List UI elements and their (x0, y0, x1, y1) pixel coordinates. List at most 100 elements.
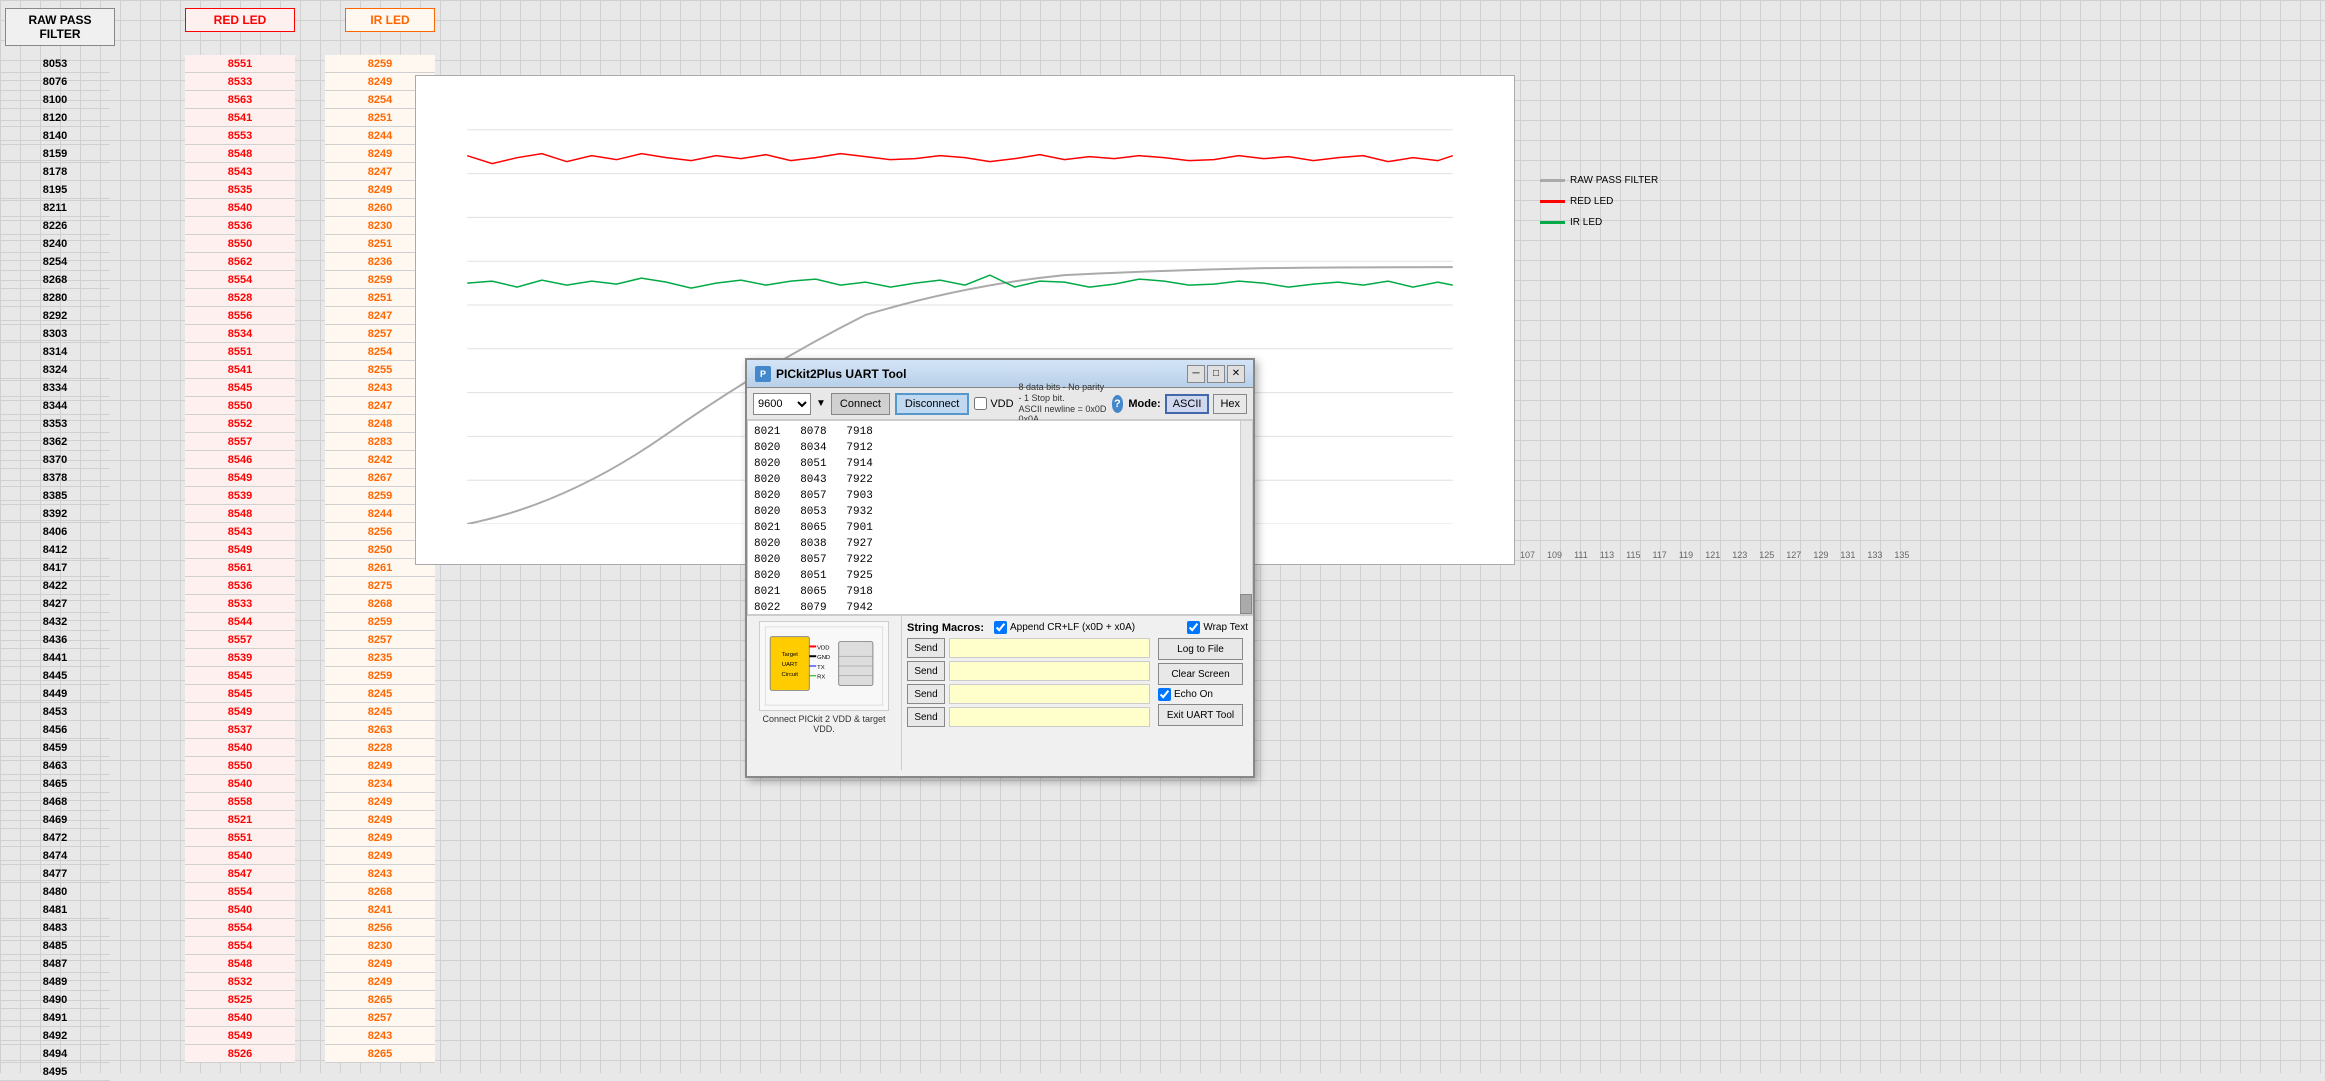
uart-window-controls[interactable]: ─ □ ✕ (1187, 365, 1245, 383)
ir-data-cell: 8257 (325, 1009, 435, 1027)
red-data-cell: 8540 (185, 1009, 295, 1027)
red-data-cell: 8550 (185, 757, 295, 775)
macro-input-3[interactable] (949, 684, 1150, 704)
wrap-text-checkbox[interactable] (1187, 621, 1200, 634)
ir-data-cell: 8245 (325, 703, 435, 721)
red-data-cell: 8540 (185, 775, 295, 793)
legend-ir-label: IR LED (1570, 217, 1602, 228)
uart-maximize-button[interactable]: □ (1207, 365, 1225, 383)
raw-data-cell: 8480 (0, 883, 110, 901)
send-rows: Send Send Send Send (907, 638, 1150, 730)
raw-data-cell: 8456 (0, 721, 110, 739)
ir-data-cell: 8265 (325, 1045, 435, 1063)
red-data-cell: 8549 (185, 541, 295, 559)
uart-data-row: 8021 8065 7901 (754, 520, 1246, 536)
send-button-2[interactable]: Send (907, 661, 945, 681)
raw-data-cell: 8159 (0, 145, 110, 163)
macro-input-4[interactable] (949, 707, 1150, 727)
echo-on-group[interactable]: Echo On (1158, 688, 1248, 701)
red-data-cell: 8546 (185, 451, 295, 469)
chart-legend: RAW PASS FILTER RED LED IR LED (1540, 175, 1658, 228)
red-data-cell: 8551 (185, 55, 295, 73)
red-data-cell: 8525 (185, 991, 295, 1009)
red-data-cell: 8528 (185, 289, 295, 307)
baud-rate-select[interactable]: 9600 19200 115200 (753, 393, 811, 415)
append-crlf-checkbox[interactable] (994, 621, 1007, 634)
ir-data-cell: 8234 (325, 775, 435, 793)
ascii-mode-button[interactable]: ASCII (1165, 394, 1210, 414)
raw-data-cell: 8314 (0, 343, 110, 361)
red-data-column: 8551853385638541855385488543853585408536… (185, 55, 295, 1081)
legend-red-label: RED LED (1570, 196, 1613, 207)
red-data-cell: 8557 (185, 631, 295, 649)
red-data-cell: 8552 (185, 415, 295, 433)
uart-titlebar: P PICkit2Plus UART Tool ─ □ ✕ (747, 360, 1253, 388)
circuit-diagram: Target UART Circuit VDD GND TX RX (759, 621, 889, 711)
ir-data-cell: 8249 (325, 847, 435, 865)
ir-data-cell: 8228 (325, 739, 435, 757)
send-button-4[interactable]: Send (907, 707, 945, 727)
macro-input-1[interactable] (949, 638, 1150, 658)
red-data-cell: 8532 (185, 973, 295, 991)
vdd-label: VDD (990, 398, 1013, 410)
append-crlf-group[interactable]: Append CR+LF (x0D + x0A) (994, 621, 1135, 634)
raw-data-cell: 8459 (0, 739, 110, 757)
red-data-cell: 8533 (185, 73, 295, 91)
raw-data-cell: 8427 (0, 595, 110, 613)
raw-data-cell: 8469 (0, 811, 110, 829)
data-columns: 8053807681008120814081598178819582118226… (0, 55, 435, 1081)
action-buttons: Log to File Clear Screen Echo On Exit UA… (1158, 638, 1248, 730)
ir-data-cell: 8241 (325, 901, 435, 919)
raw-data-cell: 8406 (0, 523, 110, 541)
ir-data-cell: 8230 (325, 937, 435, 955)
red-data-cell: 8535 (185, 181, 295, 199)
red-data-cell: 8540 (185, 199, 295, 217)
red-data-cell: 8549 (185, 703, 295, 721)
raw-data-cell: 8485 (0, 937, 110, 955)
red-data-cell: 8550 (185, 397, 295, 415)
uart-minimize-button[interactable]: ─ (1187, 365, 1205, 383)
uart-bottom-section: Target UART Circuit VDD GND TX RX (747, 615, 1253, 770)
connect-button[interactable]: Connect (831, 393, 890, 415)
raw-data-cell: 8474 (0, 847, 110, 865)
red-data-cell: 8562 (185, 253, 295, 271)
send-button-3[interactable]: Send (907, 684, 945, 704)
vdd-checkbox-group[interactable]: VDD (974, 397, 1013, 410)
uart-data-row: 8021 8065 7918 (754, 584, 1246, 600)
uart-data-row: 8020 8051 7914 (754, 456, 1246, 472)
raw-data-cell: 8378 (0, 469, 110, 487)
raw-data-cell: 8195 (0, 181, 110, 199)
uart-data-row: 8021 8078 7918 (754, 424, 1246, 440)
uart-macros-panel: String Macros: Append CR+LF (x0D + x0A) … (902, 616, 1253, 770)
wrap-text-group[interactable]: Wrap Text (1187, 621, 1248, 634)
raw-data-cell: 8436 (0, 631, 110, 649)
hex-mode-button[interactable]: Hex (1213, 394, 1247, 414)
disconnect-button[interactable]: Disconnect (895, 393, 969, 415)
raw-data-cell: 8344 (0, 397, 110, 415)
red-data-cell: 8539 (185, 649, 295, 667)
uart-close-button[interactable]: ✕ (1227, 365, 1245, 383)
vdd-checkbox[interactable] (974, 397, 987, 410)
echo-on-checkbox[interactable] (1158, 688, 1171, 701)
raw-data-cell: 8491 (0, 1009, 110, 1027)
baud-rate-arrow: ▼ (816, 398, 826, 409)
help-icon[interactable]: ? (1112, 395, 1124, 413)
raw-data-cell: 8076 (0, 73, 110, 91)
red-data-cell: 8536 (185, 217, 295, 235)
ir-data-cell: 8249 (325, 793, 435, 811)
macro-input-2[interactable] (949, 661, 1150, 681)
red-data-cell: 8549 (185, 469, 295, 487)
uart-data-area: 8021 8078 79188020 8034 79128020 8051 79… (747, 420, 1253, 615)
ir-data-cell: 8249 (325, 757, 435, 775)
ir-data-cell: 8249 (325, 973, 435, 991)
log-to-file-button[interactable]: Log to File (1158, 638, 1243, 660)
red-data-cell: 8547 (185, 865, 295, 883)
legend-raw-label: RAW PASS FILTER (1570, 175, 1658, 186)
ir-data-cell: 8249 (325, 829, 435, 847)
send-button-1[interactable]: Send (907, 638, 945, 658)
exit-uart-button[interactable]: Exit UART Tool (1158, 704, 1243, 726)
raw-data-column: 8053807681008120814081598178819582118226… (0, 55, 110, 1081)
raw-data-cell: 8472 (0, 829, 110, 847)
clear-screen-button[interactable]: Clear Screen (1158, 663, 1243, 685)
ir-data-cell: 8265 (325, 991, 435, 1009)
